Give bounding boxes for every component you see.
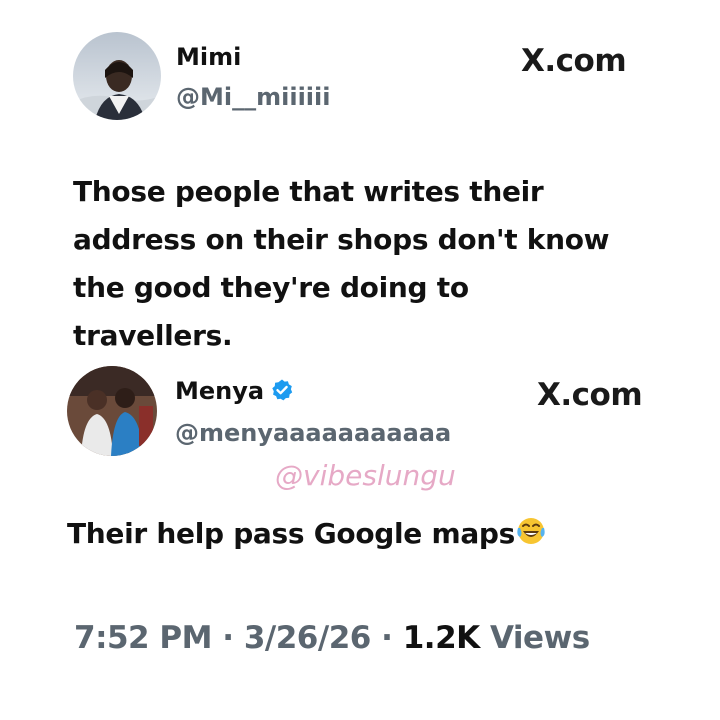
menya-avatar[interactable]	[67, 366, 157, 456]
mimi-name[interactable]: Mimi	[176, 43, 241, 71]
views-count[interactable]: 1.2K	[403, 620, 480, 656]
menya-handle[interactable]: @menyaaaaaaaaaaa	[175, 419, 451, 447]
mimi-handle[interactable]: @Mi__miiiiii	[176, 83, 330, 111]
meta-separator-1: ·	[222, 620, 234, 656]
tweet-time[interactable]: 7:52 PM	[74, 620, 212, 656]
tweet-meta: 7:52 PM · 3/26/26 · 1.2K Views	[74, 620, 590, 656]
reply-body: Their help pass Google maps	[67, 515, 547, 556]
tweet-date[interactable]: 3/26/26	[244, 620, 372, 656]
tweet-line-3: the good they're doing to	[73, 271, 469, 304]
screenshot-card: Mimi @Mi__miiiiii X.com Those people tha…	[0, 0, 720, 720]
tweet-body: Those people that writes their address o…	[73, 168, 610, 360]
meta-separator-2: ·	[381, 620, 393, 656]
tweet-line-2: address on their shops don't know	[73, 223, 610, 256]
vibeslungu-watermark: @vibeslungu	[275, 459, 456, 492]
x-com-brand-reply: X.com	[537, 377, 643, 413]
mimi-avatar[interactable]	[73, 32, 161, 120]
tweet-line-4: travellers.	[73, 319, 233, 352]
laughing-emoji-icon	[515, 515, 547, 556]
menya-name[interactable]: Menya	[175, 377, 264, 405]
views-label: Views	[489, 620, 590, 656]
menya-name-row[interactable]: Menya	[175, 377, 294, 408]
reply-text: Their help pass Google maps	[67, 517, 516, 550]
x-com-brand: X.com	[521, 43, 627, 79]
verified-badge-icon	[270, 378, 294, 408]
tweet-line-1: Those people that writes their	[73, 175, 544, 208]
